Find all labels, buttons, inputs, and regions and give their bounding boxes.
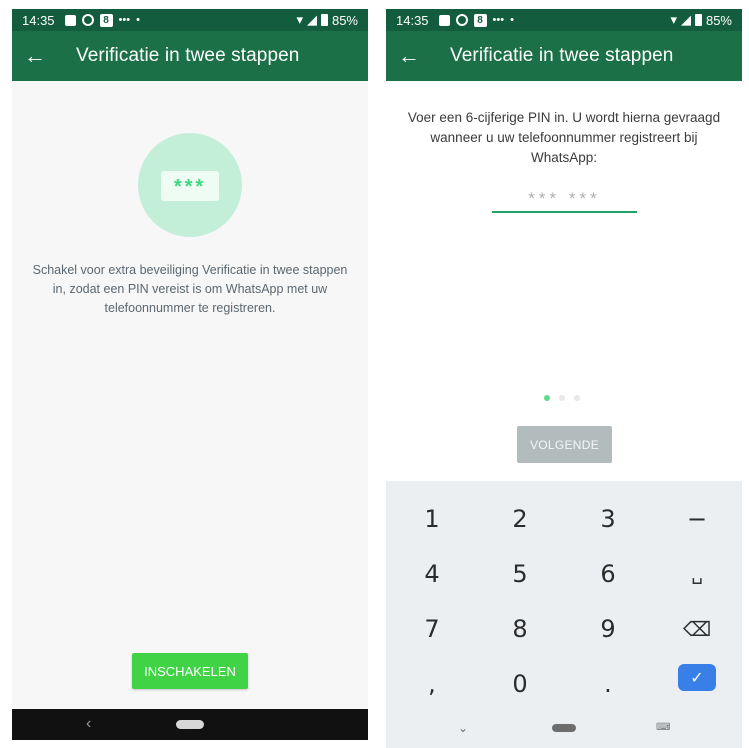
app-bar: ← Verificatie in twee stappen [386, 31, 742, 81]
numeric-keyboard: 1 2 3 − 4 5 6 ␣ 7 8 9 ⌫ , 0 . ✓ ⌄ ⌨ [386, 481, 742, 748]
pin-illustration: *** [138, 133, 242, 237]
key-6[interactable]: 6 [578, 552, 638, 596]
key-7[interactable]: 7 [402, 607, 462, 651]
pin-input[interactable]: *** *** [492, 187, 637, 213]
key-2[interactable]: 2 [490, 497, 550, 541]
status-bar: 14:35 8 ••• • ▾ ◢ 85% [386, 9, 742, 31]
keyboard-switch-icon[interactable]: ⌨ [656, 722, 670, 733]
status-bar: 14:35 8 ••• • ▾ ◢ 85% [12, 9, 368, 31]
dot-icon: • [510, 14, 514, 26]
space-icon[interactable]: ␣ [667, 552, 727, 596]
backspace-icon[interactable]: ⌫ [667, 607, 727, 651]
key-4[interactable]: 4 [402, 552, 462, 596]
key-minus[interactable]: − [667, 497, 727, 541]
battery-icon [320, 14, 328, 26]
battery-level: 85% [705, 12, 732, 28]
signal-icon: ◢ [680, 12, 691, 27]
arrow-left-icon[interactable]: ← [24, 43, 54, 69]
page-dot-active [544, 395, 550, 401]
right-screen: 14:35 8 ••• • ▾ ◢ 85% ← Verificatie in t… [386, 9, 742, 748]
key-period[interactable]: . [578, 662, 638, 706]
page-title: Verificatie in twee stappen [450, 45, 674, 66]
radar-icon [81, 14, 94, 26]
pin-instructions: Voer een 6-cijferige PIN in. U wordt hie… [407, 110, 721, 165]
wifi-icon: ▾ [670, 12, 677, 27]
dots-icon: ••• [118, 14, 131, 26]
enable-button[interactable]: INSCHAKELEN [132, 653, 248, 689]
nav-back-icon[interactable]: ‹ [86, 715, 91, 733]
key-comma[interactable]: , [402, 662, 462, 706]
image-icon [64, 14, 76, 26]
eight-icon: 8 [99, 13, 113, 27]
key-8[interactable]: 8 [490, 607, 550, 651]
image-icon [438, 14, 450, 26]
chevron-down-icon[interactable]: ⌄ [458, 721, 468, 735]
dot-icon: • [136, 14, 140, 26]
signal-icon: ◢ [306, 12, 317, 27]
key-9[interactable]: 9 [578, 607, 638, 651]
dots-icon: ••• [492, 14, 505, 26]
eight-icon: 8 [473, 13, 487, 27]
nav-home-pill[interactable] [176, 720, 204, 729]
page-dot [574, 395, 580, 401]
radar-icon [455, 14, 468, 26]
pin-mask-icon: *** [161, 171, 219, 201]
status-time: 14:35 [396, 12, 429, 28]
battery-level: 85% [331, 12, 358, 28]
nav-home-pill[interactable] [552, 724, 576, 732]
left-screen: 14:35 8 ••• • ▾ ◢ 85% ← Verificatie in t… [12, 9, 368, 740]
arrow-left-icon[interactable]: ← [398, 43, 428, 69]
app-bar: ← Verificatie in twee stappen [12, 31, 368, 81]
key-0[interactable]: 0 [490, 662, 550, 706]
next-button[interactable]: VOLGENDE [517, 426, 612, 463]
navigation-bar: ‹ [12, 709, 368, 740]
page-dot [559, 395, 565, 401]
status-time: 14:35 [22, 12, 55, 28]
check-icon[interactable]: ✓ [678, 664, 716, 691]
battery-icon [694, 14, 702, 26]
key-5[interactable]: 5 [490, 552, 550, 596]
key-1[interactable]: 1 [402, 497, 462, 541]
description-text: Schakel voor extra beveiliging Verificat… [32, 263, 348, 315]
key-3[interactable]: 3 [578, 497, 638, 541]
page-indicator [544, 395, 580, 401]
wifi-icon: ▾ [296, 12, 303, 27]
page-title: Verificatie in twee stappen [76, 45, 300, 66]
